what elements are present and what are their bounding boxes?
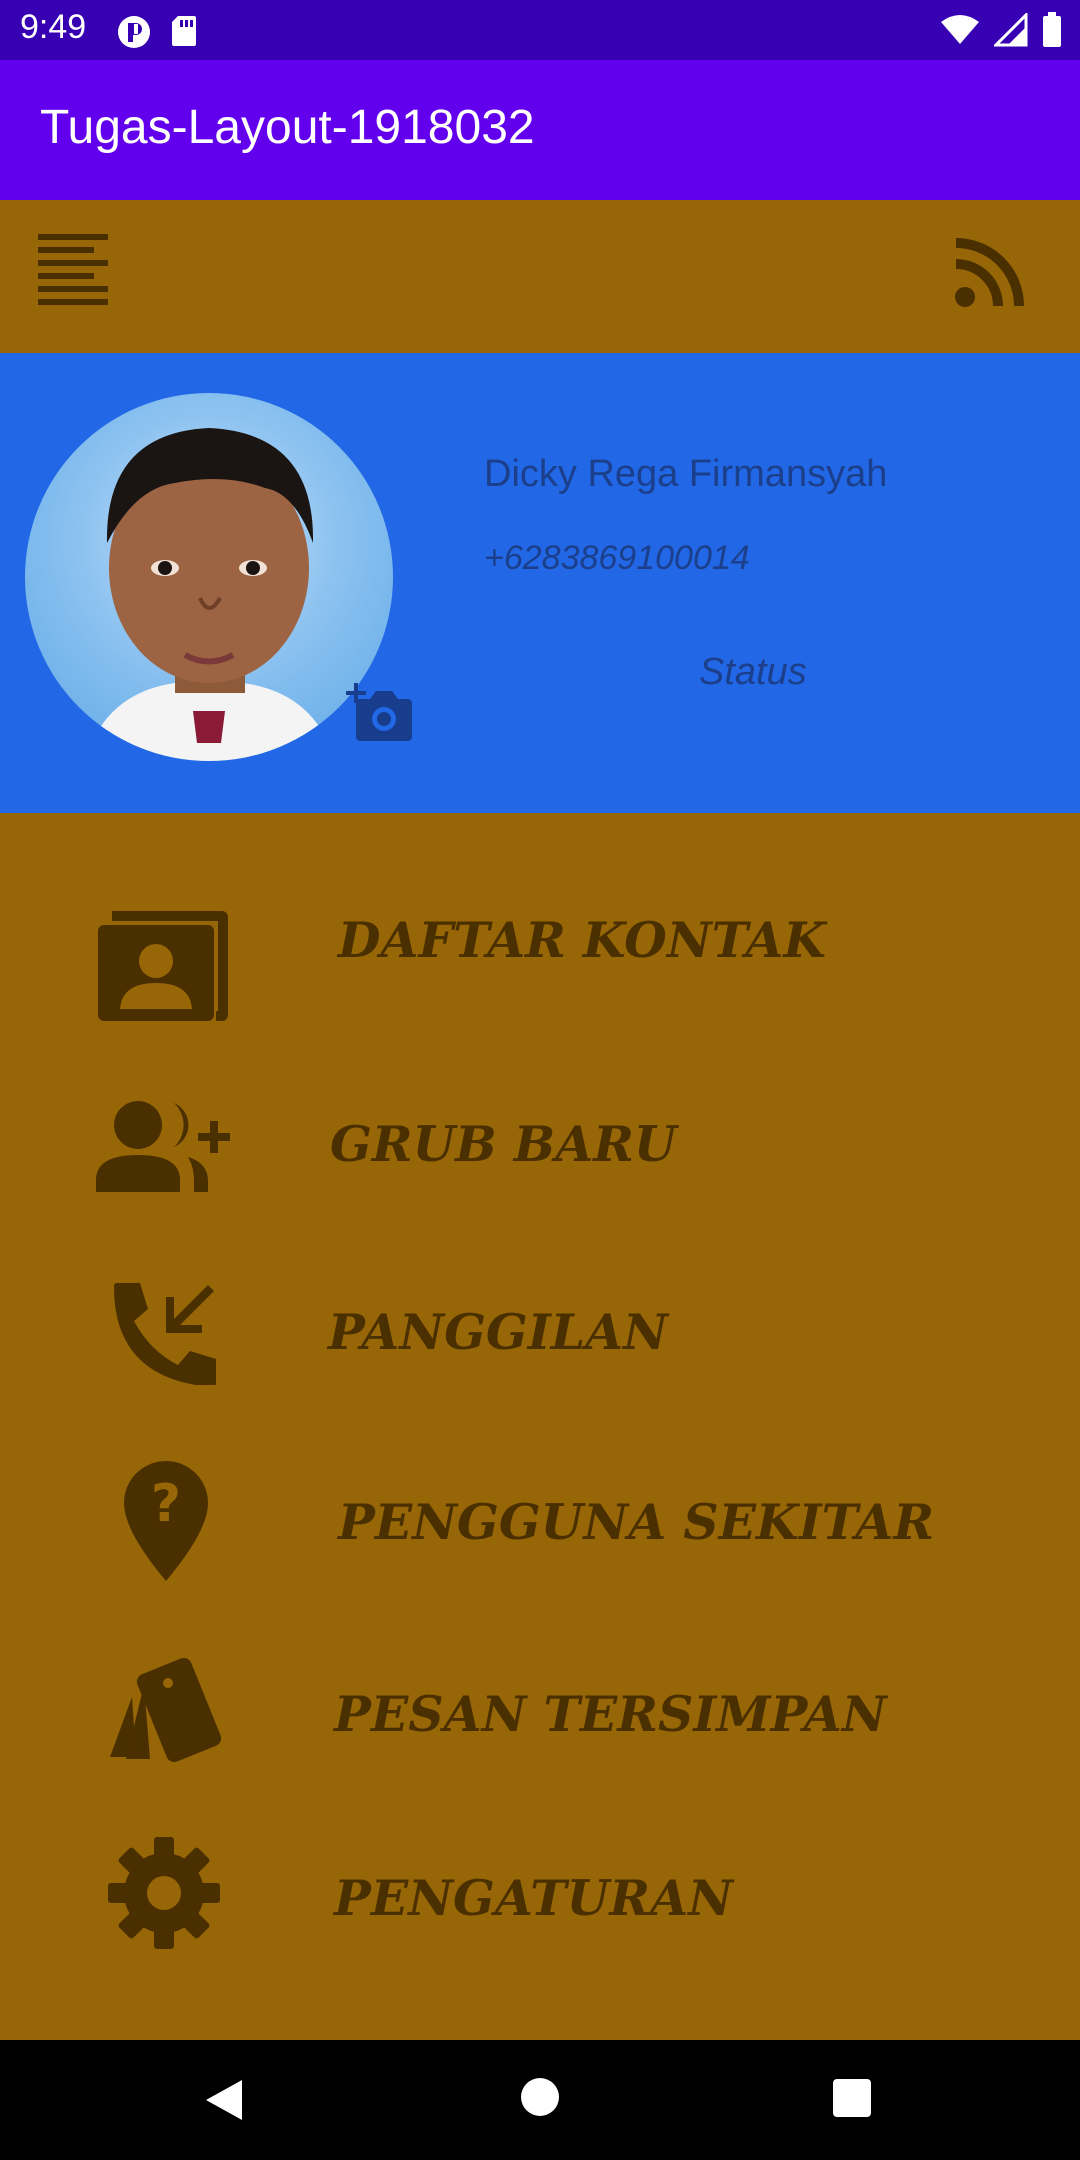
profile-name: Dicky Rega Firmansyah [484, 453, 888, 495]
app-bar: Tugas-Layout-1918032 [0, 60, 1080, 200]
app-title: Tugas-Layout-1918032 [40, 101, 535, 154]
menu-item-label: PENGGUNA SEKITAR [338, 1493, 935, 1551]
notification-icon [116, 14, 152, 55]
svg-text:?: ? [151, 1474, 181, 1534]
battery-icon [1042, 12, 1062, 53]
toolbar [0, 200, 1080, 353]
location-question-icon: ? [124, 1461, 208, 1586]
wifi-icon [940, 14, 980, 51]
menu-item-label: PESAN TERSIMPAN [334, 1685, 887, 1743]
menu-item-pengaturan[interactable]: PENGATURAN [0, 1823, 1080, 1953]
menu-item-panggilan[interactable]: PANGGILAN [0, 1263, 1080, 1393]
status-time: 9:49 [20, 8, 87, 46]
menu-item-label: PANGGILAN [328, 1303, 668, 1361]
settings-gear-icon [108, 1837, 220, 1954]
menu-item-pengguna-sekitar[interactable]: ? PENGGUNA SEKITAR [0, 1449, 1080, 1589]
home-icon[interactable] [521, 2078, 559, 2116]
menu-item-label: DAFTAR KONTAK [338, 911, 827, 969]
menu-item-label: PENGATURAN [334, 1869, 733, 1927]
system-nav-bar [0, 2040, 1080, 2160]
profile-header: Dicky Rega Firmansyah +6283869100014 Sta… [0, 353, 1080, 813]
menu-item-daftar-kontak[interactable]: DAFTAR KONTAK [0, 873, 1080, 1021]
menu-item-pesan-tersimpan[interactable]: PESAN TERSIMPAN [0, 1643, 1080, 1773]
group-add-icon [96, 1097, 236, 1197]
profile-status[interactable]: Status [699, 651, 807, 694]
status-bar: 9:49 [0, 0, 1080, 60]
sd-card-icon [170, 14, 198, 55]
profile-phone: +6283869100014 [484, 539, 750, 577]
menu-item-grub-baru[interactable]: GRUB BARU [0, 1073, 1080, 1203]
status-left-icons [116, 14, 198, 55]
back-icon[interactable] [204, 2078, 244, 2127]
rss-feed-icon[interactable] [954, 238, 1024, 308]
add-camera-icon[interactable] [346, 679, 416, 743]
saved-cards-icon [106, 1657, 224, 1768]
call-received-icon [112, 1281, 218, 1390]
status-right-icons [940, 11, 1062, 53]
recents-icon[interactable] [833, 2079, 871, 2117]
signal-icon [992, 11, 1028, 52]
avatar[interactable] [25, 393, 393, 761]
menu-lines-icon[interactable] [36, 230, 112, 306]
menu-item-label: GRUB BARU [330, 1115, 677, 1173]
contact-card-icon [98, 911, 228, 1026]
menu-list: DAFTAR KONTAK GRUB BARU PANGGILAN ? PENG… [0, 813, 1080, 2040]
